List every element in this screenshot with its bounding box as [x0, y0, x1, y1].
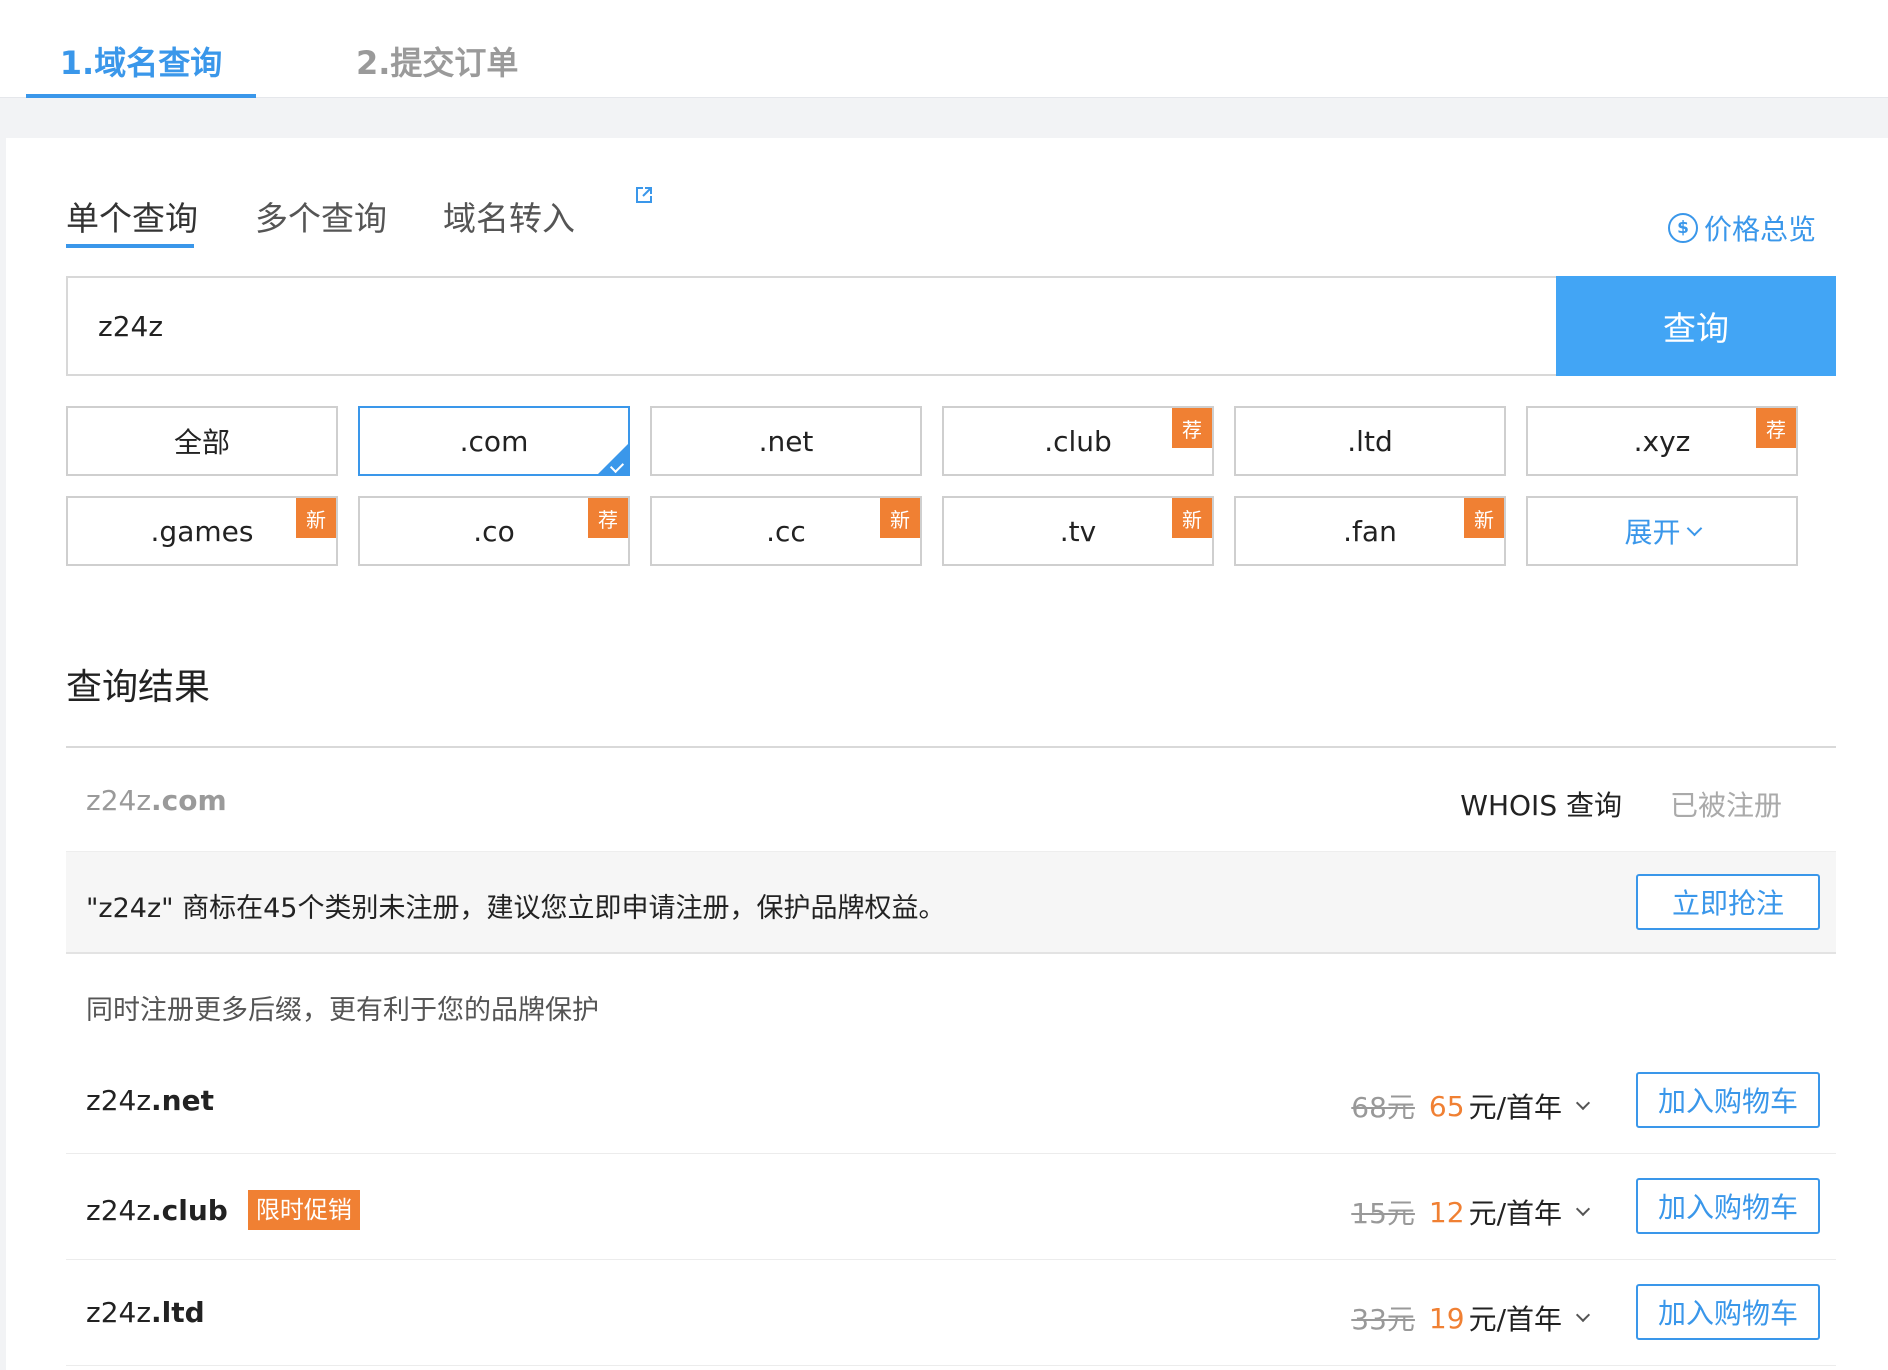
tld-option-co[interactable]: .co 荐	[358, 496, 630, 566]
step-domain-search[interactable]: 1.域名查询	[26, 38, 256, 98]
price-unit: 元/首年	[1468, 1197, 1562, 1230]
chevron-down-icon	[1686, 520, 1702, 536]
tld-option-net[interactable]: .net	[650, 406, 922, 476]
tld-label: .ltd	[1347, 424, 1393, 458]
main-domain: z24z.com	[86, 784, 227, 817]
main-result-row: z24z.com WHOIS 查询 已被注册	[66, 748, 1836, 852]
price-unit: 元/首年	[1468, 1303, 1562, 1336]
tld-label: .co	[473, 514, 515, 548]
domain-tld: .ltd	[151, 1296, 205, 1329]
domain-name: z24z	[86, 1084, 152, 1117]
add-to-cart-button[interactable]: 加入购物车	[1636, 1072, 1820, 1128]
tld-option-fan[interactable]: .fan 新	[1234, 496, 1506, 566]
suggestion-text: 同时注册更多后缀，更有利于您的品牌保护	[86, 995, 599, 1026]
tld-option-ltd[interactable]: .ltd	[1234, 406, 1506, 476]
suggestion-domain: z24z .club 限时促销	[86, 1190, 360, 1230]
original-price: 68元	[1351, 1091, 1415, 1124]
tld-option-club[interactable]: .club 荐	[942, 406, 1214, 476]
domain-search-input[interactable]	[98, 278, 1498, 374]
whois-link[interactable]: WHOIS 查询	[1460, 784, 1622, 824]
order-steps: 1.域名查询 2.提交订单	[0, 0, 1888, 98]
price-overview-label: 价格总览	[1703, 213, 1816, 246]
suggestion-row: z24z .ltd 33元 19 元/首年 加入购物车	[66, 1260, 1836, 1366]
chevron-down-icon	[1575, 1095, 1591, 1111]
sale-price: 12	[1428, 1195, 1465, 1229]
price-selector[interactable]: 68元 65 元/首年	[1351, 1086, 1591, 1126]
register-trademark-button[interactable]: 立即抢注	[1636, 874, 1820, 930]
tld-option-tv[interactable]: .tv 新	[942, 496, 1214, 566]
tld-option-cc[interactable]: .cc 新	[650, 496, 922, 566]
domain-tld: .com	[151, 784, 227, 817]
price-selector[interactable]: 33元 19 元/首年	[1351, 1298, 1591, 1338]
domain-name: z24z	[86, 1193, 152, 1227]
external-link-icon	[636, 187, 652, 203]
search-button[interactable]: 查询	[1556, 276, 1836, 376]
price-selector[interactable]: 15元 12 元/首年	[1351, 1192, 1591, 1232]
domain-name: z24z	[86, 784, 152, 817]
expand-tlds-button[interactable]: 展开	[1526, 496, 1798, 566]
tld-option-games[interactable]: .games 新	[66, 496, 338, 566]
new-badge: 新	[296, 498, 336, 538]
trademark-notice: "z24z" 商标在45个类别未注册，建议您立即申请注册，保护品牌权益。 立即抢…	[66, 852, 1836, 954]
recommend-badge: 荐	[1172, 408, 1212, 448]
original-price: 15元	[1351, 1197, 1415, 1230]
sale-price: 65	[1428, 1089, 1465, 1123]
domain-tld: .club	[151, 1193, 228, 1227]
dollar-circle-icon: $	[1667, 213, 1698, 243]
results-title: 查询结果	[66, 667, 211, 708]
chevron-down-icon	[1575, 1307, 1591, 1323]
add-to-cart-button[interactable]: 加入购物车	[1636, 1284, 1820, 1340]
add-to-cart-button[interactable]: 加入购物车	[1636, 1178, 1820, 1234]
registered-status: 已被注册	[1669, 789, 1782, 822]
recommend-badge: 荐	[588, 498, 628, 538]
recommend-badge: 荐	[1756, 408, 1796, 448]
step-submit-order[interactable]: 2.提交订单	[356, 38, 518, 98]
suggestion-domain: z24z .ltd	[86, 1296, 205, 1329]
suggestion-row: z24z .club 限时促销 15元 12 元/首年 加入购物车	[66, 1154, 1836, 1260]
suggestion-row: z24z .net 68元 65 元/首年 加入购物车	[66, 1048, 1836, 1154]
new-badge: 新	[1172, 498, 1212, 538]
tld-label: 全部	[173, 426, 230, 459]
new-badge: 新	[880, 498, 920, 538]
tab-single-query[interactable]: 单个查询	[66, 192, 198, 248]
new-badge: 新	[1464, 498, 1504, 538]
tld-option-all[interactable]: 全部	[66, 406, 338, 476]
tld-label: .cc	[766, 514, 806, 548]
tld-option-xyz[interactable]: .xyz 荐	[1526, 406, 1798, 476]
expand-label: 展开	[1624, 516, 1681, 549]
tld-label: .com	[459, 424, 529, 458]
tab-multi-query[interactable]: 多个查询	[255, 192, 387, 248]
tld-label: .xyz	[1633, 424, 1691, 458]
domain-tld: .net	[151, 1084, 214, 1117]
tld-label: .club	[1044, 424, 1112, 458]
tld-label: .games	[150, 514, 254, 548]
price-unit: 元/首年	[1468, 1091, 1562, 1124]
domain-search-bar: 查询	[66, 276, 1836, 376]
suggestion-domain: z24z .net	[86, 1084, 214, 1117]
tld-label: .net	[758, 424, 814, 458]
chevron-down-icon	[1575, 1201, 1591, 1217]
tld-label: .tv	[1059, 514, 1097, 548]
trademark-text: "z24z" 商标在45个类别未注册，建议您立即申请注册，保护品牌权益。	[86, 893, 946, 924]
tld-option-com[interactable]: .com	[358, 406, 630, 476]
domain-name: z24z	[86, 1296, 152, 1329]
original-price: 33元	[1351, 1303, 1415, 1336]
promo-badge: 限时促销	[247, 1190, 360, 1230]
tab-domain-transfer[interactable]: 域名转入	[443, 192, 575, 248]
sale-price: 19	[1428, 1301, 1465, 1335]
price-overview-link[interactable]: $ 价格总览	[1667, 208, 1816, 248]
tld-label: .fan	[1343, 514, 1397, 548]
